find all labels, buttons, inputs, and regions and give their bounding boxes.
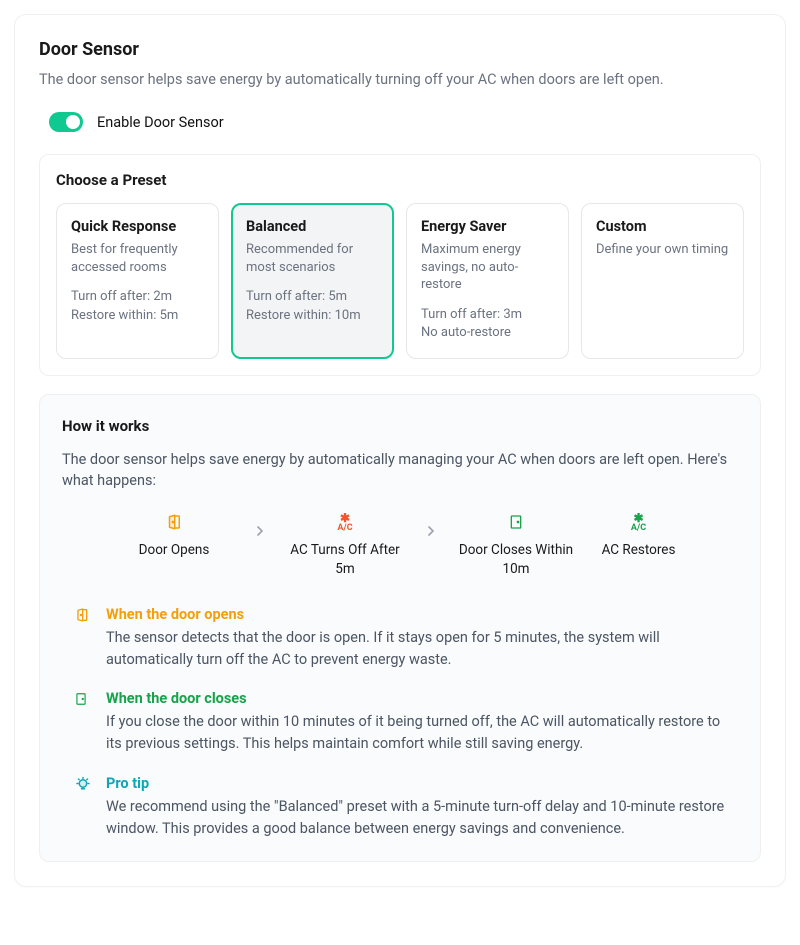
tip-pro-tip: Pro tip We recommend using the "Balanced… — [74, 775, 738, 840]
flow-step-label: Door Closes Within 10m — [459, 541, 574, 577]
door-closed-icon — [74, 691, 92, 755]
preset-timing: Turn off after: 5m Restore within: 10m — [246, 288, 379, 324]
preset-panel-title: Choose a Preset — [56, 171, 744, 189]
tip-title: Pro tip — [106, 775, 738, 792]
tip-door-opens: When the door opens The sensor detects t… — [74, 606, 738, 671]
preset-balanced[interactable]: Balanced Recommended for most scenarios … — [231, 203, 394, 359]
preset-name: Quick Response — [71, 218, 204, 235]
tip-title: When the door closes — [106, 690, 738, 707]
preset-panel: Choose a Preset Quick Response Best for … — [39, 154, 761, 376]
chevron-right-icon — [423, 523, 439, 539]
preset-timing: Turn off after: 2m Restore within: 5m — [71, 288, 204, 324]
chevron-right-icon — [252, 523, 268, 539]
page-subtitle: The door sensor helps save energy by aut… — [39, 70, 761, 90]
page-title: Door Sensor — [39, 39, 761, 60]
how-intro: The door sensor helps save energy by aut… — [62, 449, 738, 491]
preset-timing: Turn off after: 3m No auto-restore — [421, 306, 554, 342]
door-open-icon — [165, 511, 183, 533]
door-open-icon — [74, 607, 92, 671]
preset-quick-response[interactable]: Quick Response Best for frequently acces… — [56, 203, 219, 359]
tip-body: We recommend using the "Balanced" preset… — [106, 796, 738, 840]
preset-desc: Maximum energy savings, no auto-restore — [421, 241, 554, 294]
lightbulb-icon — [74, 776, 92, 840]
preset-custom[interactable]: Custom Define your own timing — [581, 203, 744, 359]
flow-diagram: Door Opens ✱A/C AC Turns Off After 5m Do… — [62, 511, 738, 577]
enable-door-sensor-toggle[interactable] — [49, 112, 83, 132]
door-sensor-card: Door Sensor The door sensor helps save e… — [14, 14, 786, 887]
ac-off-icon: ✱A/C — [337, 511, 352, 533]
preset-name: Energy Saver — [421, 218, 554, 235]
preset-desc: Best for frequently accessed rooms — [71, 241, 204, 276]
ac-on-icon: ✱A/C — [631, 511, 646, 533]
preset-desc: Define your own timing — [596, 241, 729, 259]
tip-body: If you close the door within 10 minutes … — [106, 711, 738, 755]
flow-step-ac-restores: ✱A/C AC Restores — [594, 511, 684, 559]
preset-grid: Quick Response Best for frequently acces… — [56, 203, 744, 359]
flow-step-door-opens: Door Opens — [117, 511, 232, 559]
flow-step-label: Door Opens — [139, 541, 210, 559]
preset-name: Custom — [596, 218, 729, 235]
how-it-works-panel: How it works The door sensor helps save … — [39, 394, 761, 862]
tips-list: When the door opens The sensor detects t… — [62, 606, 738, 840]
preset-name: Balanced — [246, 218, 379, 235]
door-closed-icon — [508, 511, 524, 533]
preset-energy-saver[interactable]: Energy Saver Maximum energy savings, no … — [406, 203, 569, 359]
tip-door-closes: When the door closes If you close the do… — [74, 690, 738, 755]
flow-step-label: AC Turns Off After 5m — [288, 541, 403, 577]
tip-body: The sensor detects that the door is open… — [106, 627, 738, 671]
how-title: How it works — [62, 417, 738, 435]
tip-title: When the door opens — [106, 606, 738, 623]
enable-toggle-label: Enable Door Sensor — [97, 114, 224, 131]
flow-step-label: AC Restores — [602, 541, 676, 559]
flow-step-door-closes: Door Closes Within 10m — [459, 511, 574, 577]
preset-desc: Recommended for most scenarios — [246, 241, 379, 276]
enable-toggle-row: Enable Door Sensor — [49, 112, 761, 132]
flow-step-ac-off: ✱A/C AC Turns Off After 5m — [288, 511, 403, 577]
